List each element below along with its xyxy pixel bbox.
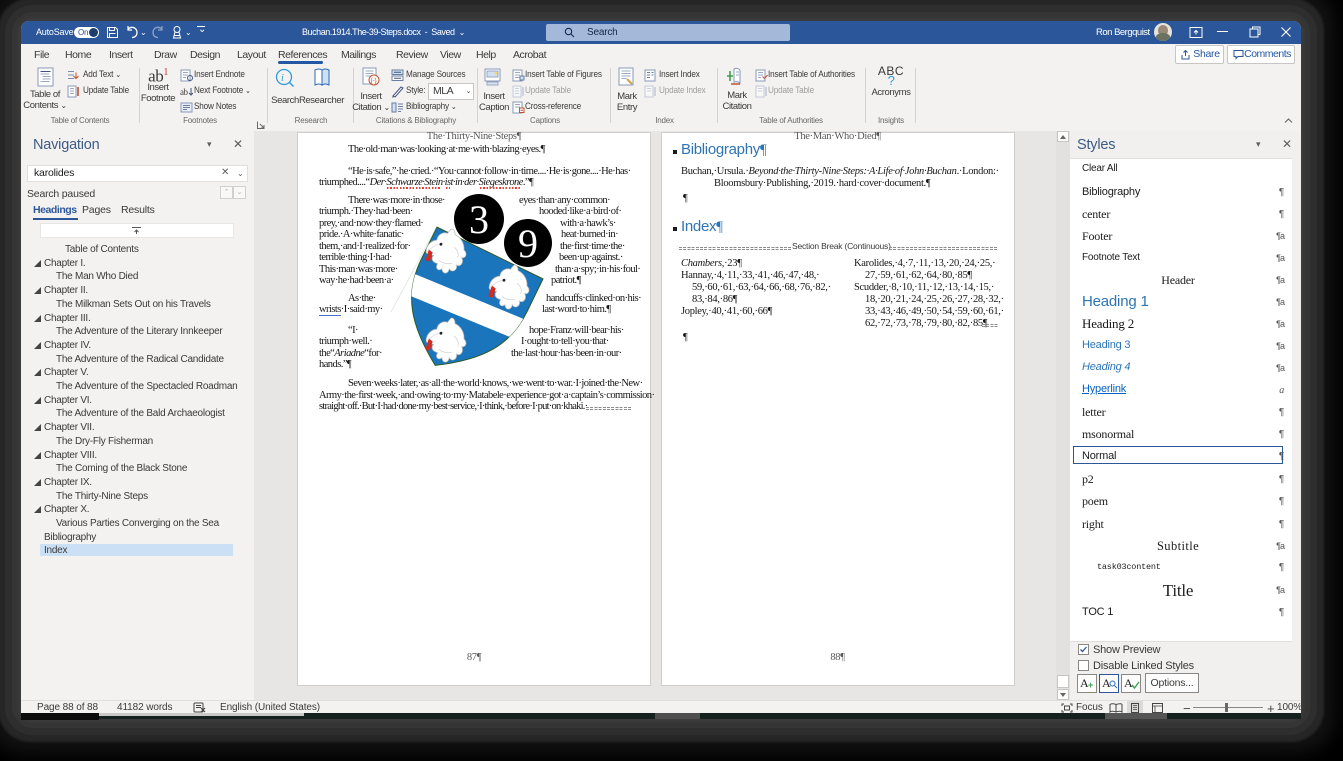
svg-text:3: 3 <box>469 197 489 242</box>
svg-text:(-): (-) <box>371 78 377 85</box>
svg-text:9: 9 <box>518 221 538 266</box>
svg-text:ab: ab <box>180 87 189 97</box>
